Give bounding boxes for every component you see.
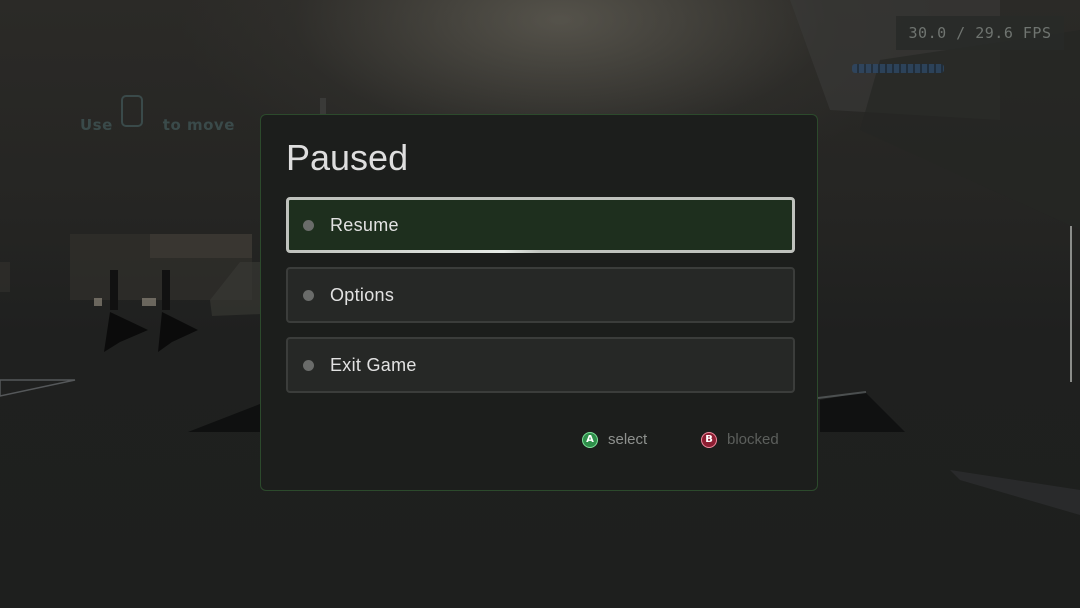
radio-dot-icon [303, 219, 314, 231]
blocked-hint-label: blocked [727, 431, 779, 448]
options-button[interactable]: Options [286, 267, 795, 323]
game-viewport: Use to move 30.0 / 29.6 FPS Paused Resume… [0, 0, 1080, 608]
options-label: Options [330, 284, 395, 305]
movement-hint: Use to move [80, 116, 235, 134]
a-button-icon: A [582, 431, 598, 448]
select-hint-label: select [608, 431, 648, 448]
side-scrollbar[interactable] [1070, 226, 1072, 382]
hint-prefix: Use [80, 116, 113, 134]
pause-menu-panel: Paused Resume Options Exit Game A select… [260, 114, 818, 491]
controller-hints: A select B blocked [261, 431, 819, 451]
radio-dot-icon [303, 359, 314, 371]
blocked-hint: B blocked [701, 431, 779, 448]
resume-button[interactable]: Resume [286, 197, 795, 253]
pause-title: Paused [286, 137, 409, 178]
hint-suffix: to move [162, 116, 235, 134]
b-button-icon: B [701, 431, 717, 448]
hold-progress-bar [292, 250, 789, 253]
resume-label: Resume [330, 214, 399, 235]
hold-progress-fill [292, 250, 541, 253]
radio-dot-icon [303, 289, 314, 301]
exit-game-label: Exit Game [330, 354, 417, 375]
fps-text: 30.0 / 29.6 FPS [908, 24, 1052, 42]
fps-counter: 30.0 / 29.6 FPS [896, 16, 1064, 50]
exit-game-button[interactable]: Exit Game [286, 337, 795, 393]
objective-indicator [852, 64, 944, 73]
select-hint: A select [582, 431, 647, 448]
